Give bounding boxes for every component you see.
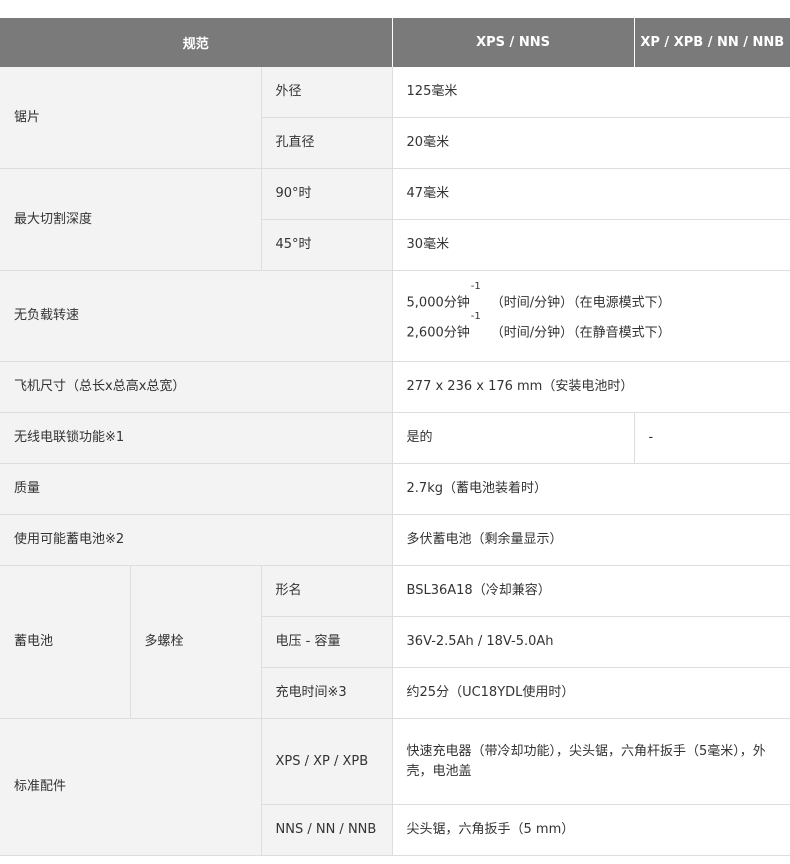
cut-depth-90-label: 90°时 [261, 168, 393, 220]
accessories-xps-value: 快速充电器（带冷却功能），尖头锯，六角杆扳手（5毫米），外壳，电池盖 [392, 718, 790, 805]
speed-power-mode: （在电源模式下） [573, 295, 671, 310]
battery-model-value: BSL36A18（冷却兼容） [392, 565, 790, 617]
table-row: 蓄电池 多螺栓 形名 BSL36A18（冷却兼容） [0, 565, 790, 719]
accessories-label: 标准配件 [0, 718, 262, 856]
blade-label: 锯片 [0, 67, 262, 169]
battery-charge-value: 约25分（UC18YDL使用时） [392, 667, 790, 719]
table-row: 飞机尺寸（总长x总高x总宽） 277 x 236 x 176 mm（安装电池时） [0, 361, 790, 413]
weight-value: 2.7kg（蓄电池装着时） [392, 463, 790, 515]
weight-label: 质量 [0, 463, 393, 515]
usable-battery-value: 多伏蓄电池（剩余量显示） [392, 514, 790, 566]
blade-outer-value: 125毫米 [392, 67, 790, 118]
wireless-value-xps: 是的 [392, 412, 635, 464]
accessories-nns-value: 尖头锯，六角扳手（5 mm） [392, 804, 790, 856]
wireless-value-xp: - [634, 412, 790, 464]
usable-battery-label: 使用可能蓄电池※2 [0, 514, 393, 566]
table-row: 使用可能蓄电池※2 多伏蓄电池（剩余量显示） [0, 514, 790, 566]
battery-label: 蓄电池 [0, 565, 131, 719]
table-row: 质量 2.7kg（蓄电池装着时） [0, 463, 790, 515]
cut-depth-label: 最大切割深度 [0, 168, 262, 271]
blade-outer-label: 外径 [261, 67, 393, 118]
blade-bore-label: 孔直径 [261, 117, 393, 169]
header-row: 规范 XPS / NNS XP / XPB / NN / NNB [0, 18, 790, 67]
speed-silent-sup: -1 [470, 311, 481, 322]
header-xp-xpb-nn-nnb: XP / XPB / NN / NNB [634, 18, 790, 67]
cut-depth-45-value: 30毫米 [392, 219, 790, 271]
speed-line-silent: 2,600分钟-1 （时间/分钟）（在静音模式下） [406, 311, 790, 342]
header-spec: 规范 [0, 18, 393, 67]
speed-lines: 5,000分钟-1（时间/分钟）（在电源模式下） 2,600分钟-1（时间/分钟… [406, 281, 790, 343]
no-load-speed-label: 无负载转速 [0, 270, 393, 362]
accessories-xps-label: XPS / XP / XPB [261, 718, 393, 805]
table-row: 无线电联锁功能※1 是的 - [0, 412, 790, 464]
cut-depth-45-label: 45°时 [261, 219, 393, 271]
speed-silent-mode: （在静音模式下） [573, 325, 671, 341]
table-row: 锯片 外径 125毫米 [0, 67, 790, 169]
battery-sub-label: 多螺栓 [130, 565, 262, 719]
battery-voltage-value: 36V-2.5Ah / 18V-5.0Ah [392, 616, 790, 668]
speed-silent-unit: （时间/分钟） [490, 325, 574, 341]
spec-table: 规范 XPS / NNS XP / XPB / NN / NNB 锯片 外径 1… [0, 18, 790, 856]
dimensions-label: 飞机尺寸（总长x总高x总宽） [0, 361, 393, 413]
battery-charge-label: 充电时间※3 [261, 667, 393, 719]
speed-power-value: 5,000分钟 [406, 295, 470, 310]
table-row: 最大切割深度 90°时 47毫米 [0, 168, 790, 271]
header-xps-nns: XPS / NNS [392, 18, 635, 67]
battery-model-label: 形名 [261, 565, 393, 617]
accessories-nns-label: NNS / NN / NNB [261, 804, 393, 856]
battery-voltage-label: 电压 - 容量 [261, 616, 393, 668]
table-row: 无负载转速 5,000分钟-1（时间/分钟）（在电源模式下） 2,600分钟-1… [0, 270, 790, 362]
speed-power-unit: （时间/分钟） [490, 295, 574, 310]
table-row: 标准配件 XPS / XP / XPB 快速充电器（带冷却功能），尖头锯，六角杆… [0, 718, 790, 856]
cut-depth-90-value: 47毫米 [392, 168, 790, 220]
blade-bore-value: 20毫米 [392, 117, 790, 169]
spec-page: { "header": { "spec": "规范", "col1": "XPS… [0, 0, 790, 864]
speed-silent-value: 2,600分钟 [406, 325, 470, 341]
speed-line-power: 5,000分钟-1 （时间/分钟）（在电源模式下） [406, 281, 790, 312]
wireless-label: 无线电联锁功能※1 [0, 412, 393, 464]
no-load-speed-value: 5,000分钟-1（时间/分钟）（在电源模式下） 2,600分钟-1（时间/分钟… [392, 270, 790, 362]
speed-power-sup: -1 [470, 280, 481, 292]
dimensions-value: 277 x 236 x 176 mm（安装电池时） [392, 361, 790, 413]
